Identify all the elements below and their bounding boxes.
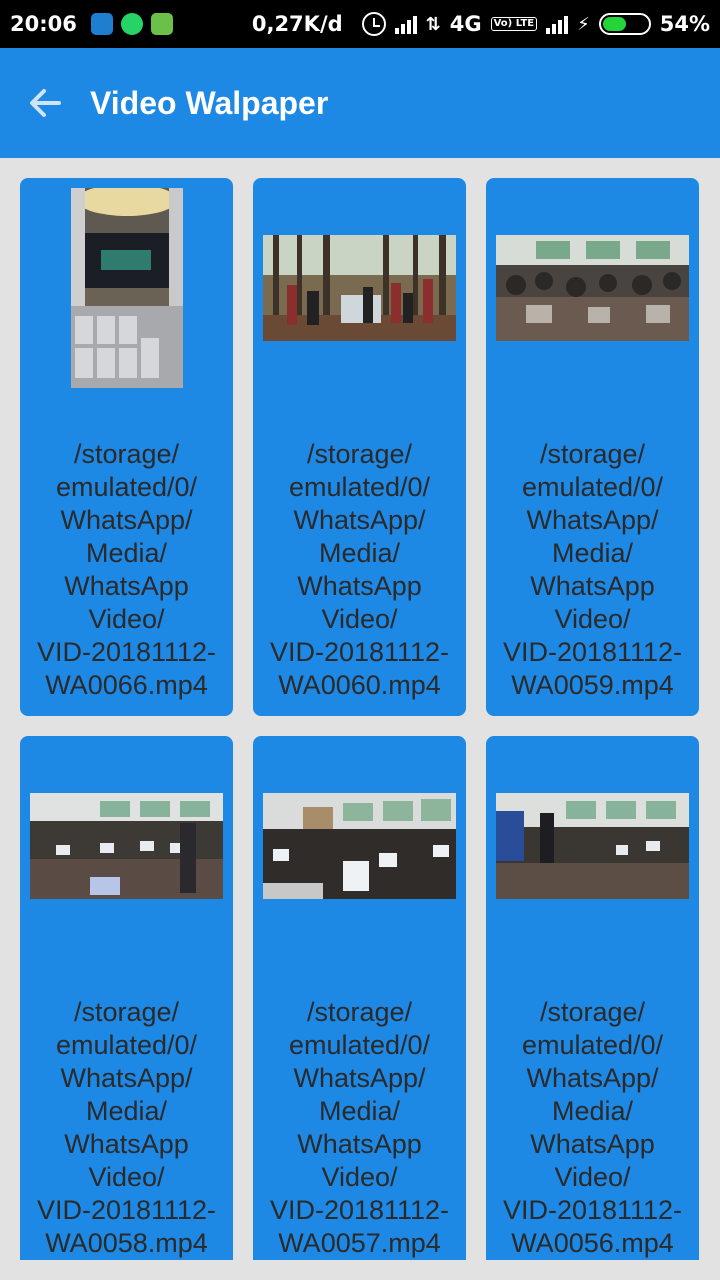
signal-icon bbox=[394, 14, 417, 34]
app-bar: Video Walpaper bbox=[0, 48, 720, 158]
trident-app-icon bbox=[90, 13, 113, 35]
net-speed: 0,27K/d bbox=[251, 12, 343, 36]
video-card[interactable]: /storage/ emulated/0/ WhatsApp/ Media/ W… bbox=[486, 736, 699, 1260]
video-thumbnail bbox=[30, 793, 223, 899]
video-card[interactable]: /storage/ emulated/0/ WhatsApp/ Media/ W… bbox=[20, 178, 233, 716]
video-path: /storage/ emulated/0/ WhatsApp/ Media/ W… bbox=[36, 439, 217, 700]
status-bar: 20:06 0,27K/d ⇅ 4G Vo) LTE ⚡ 54% bbox=[0, 0, 720, 48]
whatsapp-icon bbox=[120, 13, 143, 35]
video-path: /storage/ emulated/0/ WhatsApp/ Media/ W… bbox=[269, 439, 450, 700]
video-path: /storage/ emulated/0/ WhatsApp/ Media/ W… bbox=[269, 997, 450, 1258]
video-thumbnail bbox=[263, 793, 456, 899]
video-path: /storage/ emulated/0/ WhatsApp/ Media/ W… bbox=[502, 997, 683, 1258]
video-thumbnail bbox=[496, 793, 689, 899]
volte-icon: Vo) LTE bbox=[490, 17, 538, 31]
network-type: 4G bbox=[449, 12, 482, 36]
page-title: Video Walpaper bbox=[90, 84, 329, 121]
battery-icon bbox=[598, 13, 651, 35]
video-card[interactable]: /storage/ emulated/0/ WhatsApp/ Media/ W… bbox=[20, 736, 233, 1260]
status-time: 20:06 bbox=[10, 12, 77, 36]
video-thumbnail bbox=[71, 188, 183, 388]
arrow-left-icon bbox=[30, 89, 61, 117]
data-transfer-icon: ⇅ bbox=[425, 13, 441, 35]
video-grid: /storage/ emulated/0/ WhatsApp/ Media/ W… bbox=[20, 178, 700, 1260]
video-thumbnail bbox=[263, 235, 456, 341]
video-card[interactable]: /storage/ emulated/0/ WhatsApp/ Media/ W… bbox=[253, 736, 466, 1260]
back-button[interactable] bbox=[0, 48, 90, 158]
battery-percent: 54% bbox=[659, 12, 710, 36]
alarm-icon bbox=[361, 12, 386, 36]
video-thumbnail bbox=[496, 235, 689, 341]
video-path: /storage/ emulated/0/ WhatsApp/ Media/ W… bbox=[502, 439, 683, 700]
charging-icon: ⚡ bbox=[577, 13, 590, 35]
video-path: /storage/ emulated/0/ WhatsApp/ Media/ W… bbox=[36, 997, 217, 1258]
video-card[interactable]: /storage/ emulated/0/ WhatsApp/ Media/ W… bbox=[486, 178, 699, 716]
signal-icon-2 bbox=[546, 14, 569, 34]
video-card[interactable]: /storage/ emulated/0/ WhatsApp/ Media/ W… bbox=[253, 178, 466, 716]
android-app-icon bbox=[150, 13, 173, 35]
